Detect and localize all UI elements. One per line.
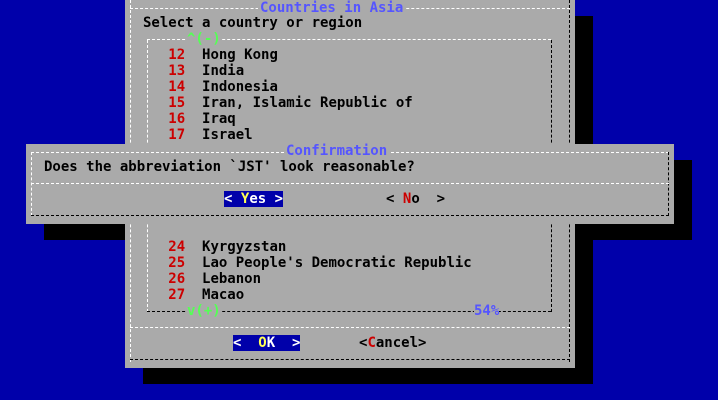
no-button[interactable]: < No > <box>386 191 445 207</box>
scroll-up-indicator: ^(-) <box>187 31 221 47</box>
scroll-percent: 54% <box>474 303 500 319</box>
list-item[interactable]: 17 Israel <box>143 127 252 143</box>
country-dialog-button-separator <box>130 327 570 328</box>
list-item[interactable]: 13 India <box>143 63 244 79</box>
country-dialog-bottom-border <box>130 359 570 360</box>
confirm-dialog-title: Confirmation <box>284 143 390 159</box>
list-item[interactable]: 25 Lao People's Democratic Republic <box>143 255 471 271</box>
country-dialog-prompt: Select a country or region <box>143 15 363 31</box>
country-dialog-title: Countries in Asia <box>258 0 406 16</box>
yes-button[interactable]: < Yes > <box>224 191 284 207</box>
list-item[interactable]: 27 Macao <box>143 287 244 303</box>
confirm-dialog-bottom-border <box>31 215 669 216</box>
list-item[interactable]: 26 Lebanon <box>143 271 261 287</box>
list-item[interactable]: 14 Indonesia <box>143 79 278 95</box>
list-item[interactable]: 16 Iraq <box>143 111 235 127</box>
confirm-message: Does the abbreviation `JST' look reasona… <box>44 159 415 175</box>
confirm-dialog-left-border <box>31 152 32 216</box>
scroll-down-indicator: v(+) <box>187 303 221 319</box>
confirm-dialog-right-border <box>668 152 669 216</box>
list-item[interactable]: 12 Hong Kong <box>143 47 278 63</box>
ok-button[interactable]: < OK > <box>233 335 301 351</box>
list-item[interactable]: 24 Kyrgyzstan <box>143 239 286 255</box>
cancel-button[interactable]: <Cancel> <box>359 335 426 351</box>
confirm-dialog-button-separator <box>31 183 669 184</box>
list-item[interactable]: 15 Iran, Islamic Republic of <box>143 95 412 111</box>
